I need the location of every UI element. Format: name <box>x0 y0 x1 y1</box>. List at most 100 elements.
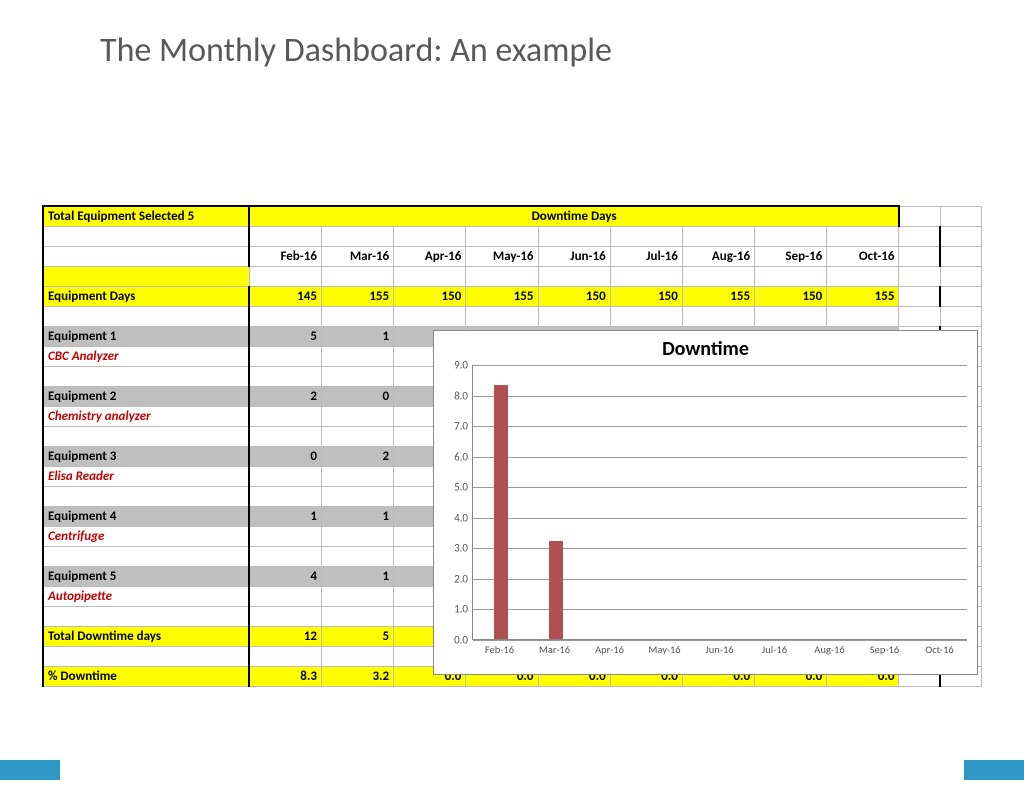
pct-downtime-value[interactable]: 3.2 <box>321 666 393 686</box>
cell[interactable] <box>43 486 249 506</box>
cell[interactable] <box>466 266 538 286</box>
cell[interactable] <box>899 266 940 286</box>
month-header[interactable]: Jun-16 <box>538 246 610 266</box>
equipment-days-value[interactable]: 150 <box>394 286 466 306</box>
cell[interactable] <box>43 606 249 626</box>
cell[interactable] <box>321 586 393 606</box>
total-downtime-value[interactable]: 5 <box>321 626 393 646</box>
equipment-name[interactable]: Chemistry analyzer <box>43 406 249 426</box>
cell[interactable] <box>249 466 321 486</box>
cell[interactable] <box>321 306 393 326</box>
cell[interactable] <box>940 206 981 226</box>
equipment-value[interactable]: 1 <box>249 506 321 526</box>
cell[interactable] <box>682 266 754 286</box>
cell[interactable] <box>321 646 393 666</box>
cell[interactable] <box>321 366 393 386</box>
cell[interactable] <box>321 606 393 626</box>
cell[interactable] <box>321 226 393 246</box>
cell[interactable] <box>321 406 393 426</box>
cell[interactable] <box>249 346 321 366</box>
cell[interactable] <box>43 306 249 326</box>
total-downtime-label[interactable]: Total Downtime days <box>43 626 249 646</box>
equipment-value[interactable]: 0 <box>321 386 393 406</box>
equipment-name[interactable]: Elisa Reader <box>43 466 249 486</box>
cell[interactable] <box>940 266 981 286</box>
cell[interactable] <box>43 546 249 566</box>
cell[interactable] <box>755 226 827 246</box>
equipment-value[interactable]: 1 <box>321 566 393 586</box>
month-header[interactable]: Oct-16 <box>827 246 899 266</box>
cell[interactable] <box>899 246 940 266</box>
equipment-label[interactable]: Equipment 2 <box>43 386 249 406</box>
total-selected-label[interactable]: Total Equipment Selected 5 <box>43 206 249 226</box>
cell[interactable] <box>394 226 466 246</box>
equipment-value[interactable]: 1 <box>321 326 393 346</box>
equipment-value[interactable]: 0 <box>249 446 321 466</box>
cell[interactable] <box>43 246 249 266</box>
cell[interactable] <box>321 346 393 366</box>
cell[interactable] <box>249 606 321 626</box>
cell[interactable] <box>394 306 466 326</box>
month-header[interactable]: Feb-16 <box>249 246 321 266</box>
equipment-label[interactable]: Equipment 1 <box>43 326 249 346</box>
equipment-value[interactable]: 2 <box>321 446 393 466</box>
cell[interactable] <box>899 206 940 226</box>
cell[interactable] <box>682 306 754 326</box>
cell[interactable] <box>538 226 610 246</box>
cell[interactable] <box>321 486 393 506</box>
cell[interactable] <box>321 526 393 546</box>
cell[interactable] <box>899 226 940 246</box>
equipment-label[interactable]: Equipment 5 <box>43 566 249 586</box>
cell[interactable] <box>249 646 321 666</box>
cell[interactable] <box>249 426 321 446</box>
cell[interactable] <box>827 266 899 286</box>
cell[interactable] <box>43 426 249 446</box>
downtime-days-header[interactable]: Downtime Days <box>249 206 899 226</box>
cell[interactable] <box>394 266 466 286</box>
equipment-value[interactable]: 2 <box>249 386 321 406</box>
cell[interactable] <box>249 266 321 286</box>
cell[interactable] <box>43 646 249 666</box>
cell[interactable] <box>940 226 981 246</box>
pct-downtime-value[interactable]: 8.3 <box>249 666 321 686</box>
equipment-days-value[interactable]: 155 <box>682 286 754 306</box>
cell[interactable] <box>538 306 610 326</box>
pct-downtime-label[interactable]: % Downtime <box>43 666 249 686</box>
month-header[interactable]: Apr-16 <box>394 246 466 266</box>
cell[interactable] <box>321 466 393 486</box>
cell[interactable] <box>610 306 682 326</box>
cell[interactable] <box>249 586 321 606</box>
cell[interactable] <box>755 266 827 286</box>
cell[interactable] <box>321 266 393 286</box>
equipment-days-value[interactable]: 155 <box>466 286 538 306</box>
cell[interactable] <box>249 226 321 246</box>
cell[interactable] <box>249 366 321 386</box>
cell[interactable] <box>43 266 249 286</box>
equipment-label[interactable]: Equipment 3 <box>43 446 249 466</box>
cell[interactable] <box>43 226 249 246</box>
cell[interactable] <box>610 266 682 286</box>
cell[interactable] <box>249 486 321 506</box>
equipment-value[interactable]: 5 <box>249 326 321 346</box>
cell[interactable] <box>321 546 393 566</box>
month-header[interactable]: Sep-16 <box>755 246 827 266</box>
equipment-name[interactable]: Autopipette <box>43 586 249 606</box>
cell[interactable] <box>827 306 899 326</box>
equipment-days-value[interactable]: 150 <box>538 286 610 306</box>
cell[interactable] <box>755 306 827 326</box>
month-header[interactable]: May-16 <box>466 246 538 266</box>
cell[interactable] <box>610 226 682 246</box>
cell[interactable] <box>682 226 754 246</box>
equipment-days-label[interactable]: Equipment Days <box>43 286 249 306</box>
cell[interactable] <box>899 306 940 326</box>
cell[interactable] <box>466 306 538 326</box>
cell[interactable] <box>940 306 981 326</box>
equipment-name[interactable]: CBC Analyzer <box>43 346 249 366</box>
cell[interactable] <box>899 286 940 306</box>
cell[interactable] <box>940 246 981 266</box>
equipment-days-value[interactable]: 155 <box>321 286 393 306</box>
equipment-value[interactable]: 4 <box>249 566 321 586</box>
equipment-days-value[interactable]: 150 <box>755 286 827 306</box>
cell[interactable] <box>249 546 321 566</box>
cell[interactable] <box>321 426 393 446</box>
